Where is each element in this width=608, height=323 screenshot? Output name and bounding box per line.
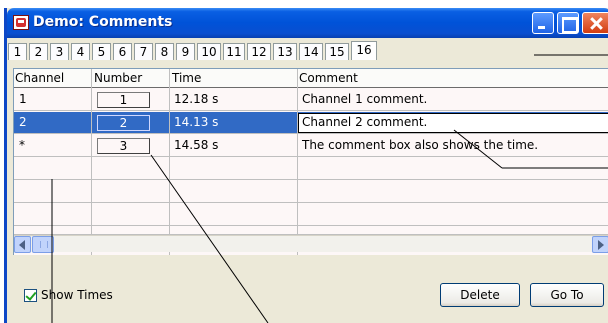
channel-tabs: 1 2 3 4 5 6 7 8 9 10 11 12 13 14 15 16 [8, 41, 379, 60]
tab-3[interactable]: 3 [50, 43, 69, 60]
tab-11[interactable]: 11 [223, 43, 245, 60]
comment-edit-text: Channel 2 comment. [302, 115, 428, 129]
empty-row[interactable] [14, 204, 608, 226]
close-button[interactable] [582, 12, 608, 34]
tab-6[interactable]: 6 [113, 43, 132, 60]
tab-8[interactable]: 8 [155, 43, 174, 60]
table-row-selected[interactable]: 2 2 14.13 s Channel 2 comment. [14, 112, 608, 134]
column-header-channel[interactable]: Channel [15, 71, 64, 85]
window-title: Demo: Comments [33, 14, 173, 30]
empty-row[interactable] [14, 158, 608, 180]
column-divider [169, 69, 170, 255]
app-icon [13, 15, 29, 30]
tab-10[interactable]: 10 [197, 43, 221, 60]
column-header-comment[interactable]: Comment [299, 71, 358, 85]
empty-row[interactable] [14, 227, 608, 235]
tab-4[interactable]: 4 [71, 43, 90, 60]
time-cell: 14.58 s [174, 138, 219, 152]
scroll-left-icon[interactable] [14, 236, 31, 253]
tab-13[interactable]: 13 [273, 43, 297, 60]
table-header: Channel Number Time Comment [14, 69, 608, 88]
table-row[interactable]: 1 1 12.18 s Channel 1 comment. [14, 89, 608, 111]
show-times-checkbox[interactable] [24, 288, 37, 302]
tab-9[interactable]: 9 [176, 43, 195, 60]
title-bar[interactable]: Demo: Comments [7, 8, 608, 38]
scroll-thumb[interactable] [32, 236, 54, 253]
delete-button[interactable]: Delete [440, 283, 520, 307]
tab-12[interactable]: 12 [247, 43, 271, 60]
column-header-number[interactable]: Number [94, 71, 142, 85]
tab-5[interactable]: 5 [92, 43, 111, 60]
go-to-button[interactable]: Go To [530, 283, 604, 307]
comment-cell[interactable]: Channel 1 comment. [302, 89, 427, 111]
show-times-option[interactable]: Show Times [24, 287, 113, 303]
horizontal-scrollbar[interactable] [14, 235, 608, 253]
tab-14[interactable]: 14 [299, 43, 323, 60]
tab-7[interactable]: 7 [134, 43, 153, 60]
time-cell: 14.13 s [174, 115, 219, 129]
show-times-label: Show Times [41, 288, 113, 302]
column-divider [297, 69, 298, 255]
comments-table: Channel Number Time Comment 1 1 12.18 s … [13, 68, 608, 255]
tab-16[interactable]: 16 [351, 41, 377, 60]
channel-cell: 1 [19, 92, 27, 106]
time-cell: 12.18 s [174, 92, 219, 106]
tab-2[interactable]: 2 [29, 43, 48, 60]
comment-edit-box[interactable]: Channel 2 comment. [298, 113, 608, 133]
comment-cell[interactable]: The comment box also shows the time. [302, 135, 538, 157]
number-field[interactable]: 3 [97, 138, 150, 154]
minimize-button[interactable] [532, 12, 554, 34]
column-divider [91, 69, 92, 255]
tab-15[interactable]: 15 [325, 43, 349, 60]
number-field[interactable]: 2 [97, 115, 150, 131]
empty-row[interactable] [14, 181, 608, 203]
channel-cell: * [19, 138, 25, 152]
column-header-time[interactable]: Time [172, 71, 201, 85]
channel-cell: 2 [19, 115, 27, 129]
maximize-button[interactable] [557, 12, 579, 34]
tab-1[interactable]: 1 [8, 43, 27, 60]
scroll-right-icon[interactable] [592, 236, 608, 253]
table-row[interactable]: * 3 14.58 s The comment box also shows t… [14, 135, 608, 157]
number-field[interactable]: 1 [97, 92, 150, 108]
